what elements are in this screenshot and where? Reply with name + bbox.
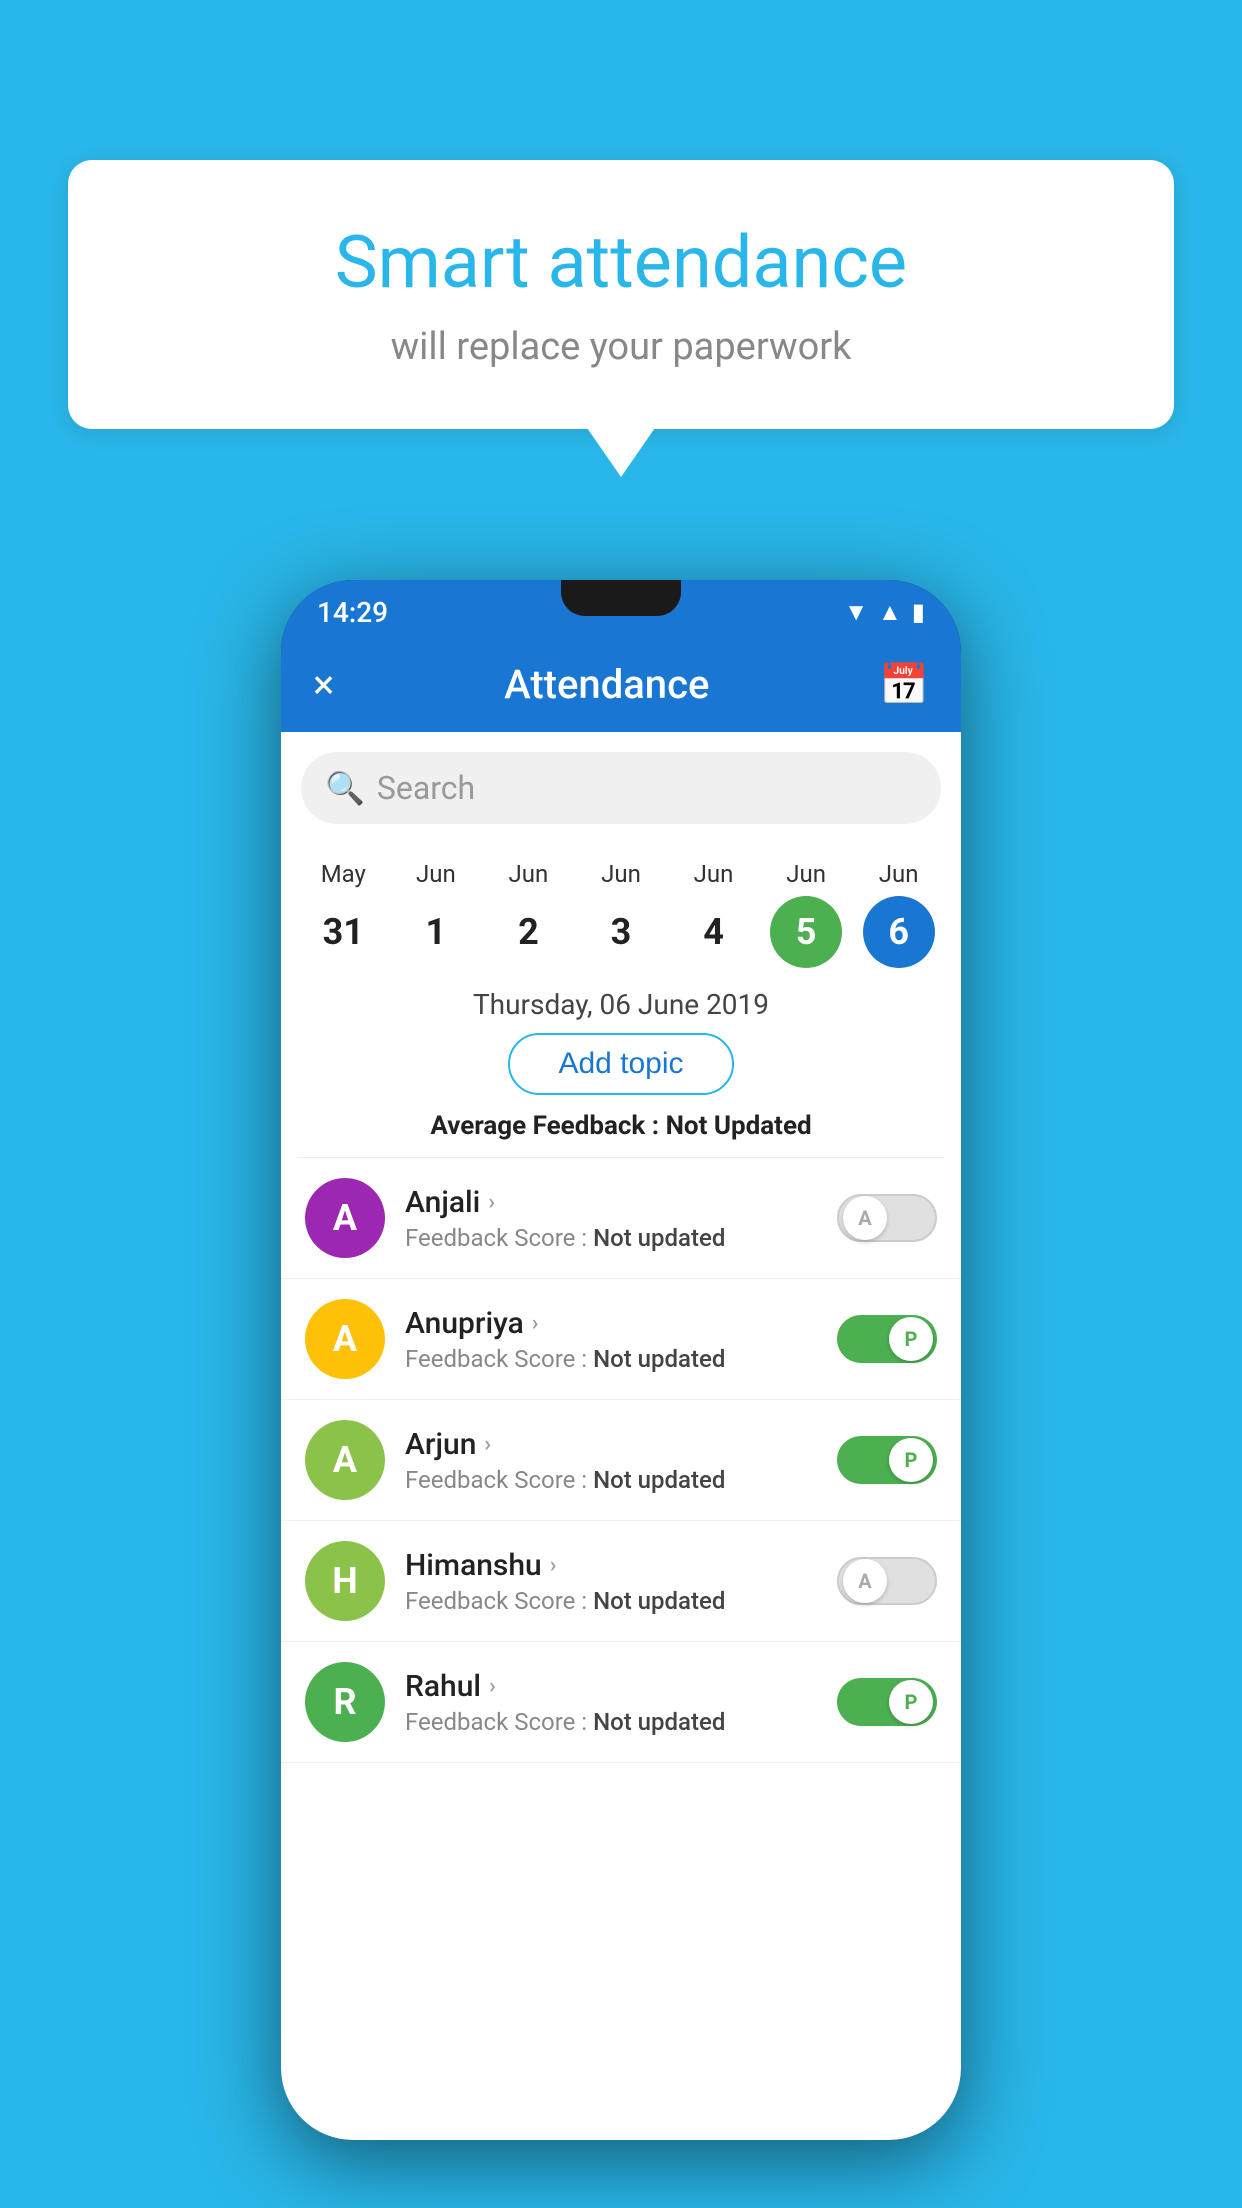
student-info: Rahul › Feedback Score : Not updated [405, 1669, 817, 1736]
avatar: R [305, 1662, 385, 1742]
search-icon: 🔍 [325, 769, 365, 807]
speech-bubble: Smart attendance will replace your paper… [68, 160, 1174, 429]
cal-month: Jun [601, 860, 641, 888]
cal-date[interactable]: 31 [307, 896, 379, 968]
cal-month: May [321, 860, 366, 888]
search-bar[interactable]: 🔍 Search [301, 752, 941, 824]
chevron-icon: › [489, 1674, 496, 1699]
student-info: Arjun › Feedback Score : Not updated [405, 1427, 817, 1494]
cal-day-6[interactable]: Jun 6 [859, 860, 939, 968]
student-list: AAnjali ›Feedback Score : Not updatedAAA… [281, 1158, 961, 1763]
student-name[interactable]: Arjun › [405, 1427, 817, 1462]
cal-date[interactable]: 4 [678, 896, 750, 968]
speech-bubble-container: Smart attendance will replace your paper… [68, 160, 1174, 429]
feedback-value: Not updated [593, 1224, 725, 1252]
student-item[interactable]: H Himanshu › Feedback Score : Not updated A [281, 1521, 961, 1642]
app-bar-title: Attendance [504, 661, 709, 708]
cal-date[interactable]: 2 [492, 896, 564, 968]
toggle-knob: P [889, 1438, 933, 1482]
chevron-icon: › [484, 1432, 491, 1457]
toggle-knob: A [843, 1196, 887, 1240]
chevron-icon: › [550, 1553, 557, 1578]
attendance-toggle[interactable]: P [837, 1315, 937, 1363]
status-icons: ▼ ▲ ▮ [844, 598, 925, 627]
student-item[interactable]: A Arjun › Feedback Score : Not updated P [281, 1400, 961, 1521]
student-name[interactable]: Anjali › [405, 1185, 817, 1220]
avatar: A [305, 1420, 385, 1500]
toggle-knob: A [843, 1559, 887, 1603]
cal-month: Jun [416, 860, 456, 888]
student-name[interactable]: Anupriya › [405, 1306, 817, 1341]
avatar: H [305, 1541, 385, 1621]
cal-date[interactable]: 6 [863, 896, 935, 968]
attendance-toggle[interactable]: P [837, 1678, 937, 1726]
bubble-subtitle: will replace your paperwork [108, 325, 1134, 369]
feedback-value: Not updated [593, 1708, 725, 1736]
phone-notch [561, 580, 681, 616]
attendance-toggle[interactable]: A [837, 1194, 937, 1242]
feedback-score: Feedback Score : Not updated [405, 1708, 817, 1736]
avatar: A [305, 1178, 385, 1258]
feedback-value: Not updated [593, 1587, 725, 1615]
toggle-knob: P [889, 1680, 933, 1724]
cal-day-1[interactable]: Jun 1 [396, 860, 476, 968]
cal-day-3[interactable]: Jun 3 [581, 860, 661, 968]
student-info: Himanshu › Feedback Score : Not updated [405, 1548, 817, 1615]
cal-day-2[interactable]: Jun 2 [488, 860, 568, 968]
avatar: A [305, 1299, 385, 1379]
bubble-title: Smart attendance [108, 220, 1134, 305]
feedback-score: Feedback Score : Not updated [405, 1345, 817, 1373]
attendance-toggle[interactable]: P [837, 1436, 937, 1484]
feedback-score: Feedback Score : Not updated [405, 1224, 817, 1252]
student-name[interactable]: Himanshu › [405, 1548, 817, 1583]
calendar-row: May 31 Jun 1 Jun 2 Jun 3 Jun 4 Jun 5 Jun 6 [281, 844, 961, 968]
phone: 14:29 ▼ ▲ ▮ × Attendance 📅 🔍 Search May 3… [281, 580, 961, 2140]
student-item[interactable]: A Anjali › Feedback Score : Not updated A [281, 1158, 961, 1279]
cal-date[interactable]: 1 [400, 896, 472, 968]
calendar-icon[interactable]: 📅 [879, 661, 929, 708]
selected-date-label: Thursday, 06 June 2019 [281, 988, 961, 1021]
cal-day-0[interactable]: May 31 [303, 860, 383, 968]
status-time: 14:29 [317, 596, 388, 629]
student-info: Anupriya › Feedback Score : Not updated [405, 1306, 817, 1373]
search-placeholder: Search [377, 769, 475, 807]
cal-month: Jun [786, 860, 826, 888]
wifi-icon: ▼ [844, 598, 868, 627]
student-item[interactable]: R Rahul › Feedback Score : Not updated P [281, 1642, 961, 1763]
cal-date[interactable]: 5 [770, 896, 842, 968]
avg-feedback-label: Average Feedback : [430, 1111, 665, 1141]
student-name[interactable]: Rahul › [405, 1669, 817, 1704]
toggle-knob: P [889, 1317, 933, 1361]
student-item[interactable]: A Anupriya › Feedback Score : Not updated P [281, 1279, 961, 1400]
cal-month: Jun [509, 860, 549, 888]
feedback-value: Not updated [593, 1345, 725, 1373]
app-bar: × Attendance 📅 [281, 636, 961, 732]
cal-day-4[interactable]: Jun 4 [674, 860, 754, 968]
battery-icon: ▮ [912, 598, 925, 626]
chevron-icon: › [532, 1311, 539, 1336]
close-icon[interactable]: × [313, 661, 334, 708]
avg-feedback: Average Feedback : Not Updated [281, 1111, 961, 1141]
phone-wrapper: 14:29 ▼ ▲ ▮ × Attendance 📅 🔍 Search May 3… [68, 580, 1174, 2140]
cal-month: Jun [694, 860, 734, 888]
cal-month: Jun [879, 860, 919, 888]
chevron-icon: › [488, 1190, 495, 1215]
feedback-score: Feedback Score : Not updated [405, 1587, 817, 1615]
signal-icon: ▲ [878, 598, 902, 627]
cal-day-5[interactable]: Jun 5 [766, 860, 846, 968]
student-info: Anjali › Feedback Score : Not updated [405, 1185, 817, 1252]
cal-date[interactable]: 3 [585, 896, 657, 968]
feedback-score: Feedback Score : Not updated [405, 1466, 817, 1494]
attendance-toggle[interactable]: A [837, 1557, 937, 1605]
feedback-value: Not updated [593, 1466, 725, 1494]
screen-content: 🔍 Search May 31 Jun 1 Jun 2 Jun 3 Jun 4 Jun 5 Jun 6 T… [281, 732, 961, 2140]
avg-feedback-value: Not Updated [666, 1111, 812, 1141]
add-topic-button[interactable]: Add topic [508, 1033, 733, 1095]
